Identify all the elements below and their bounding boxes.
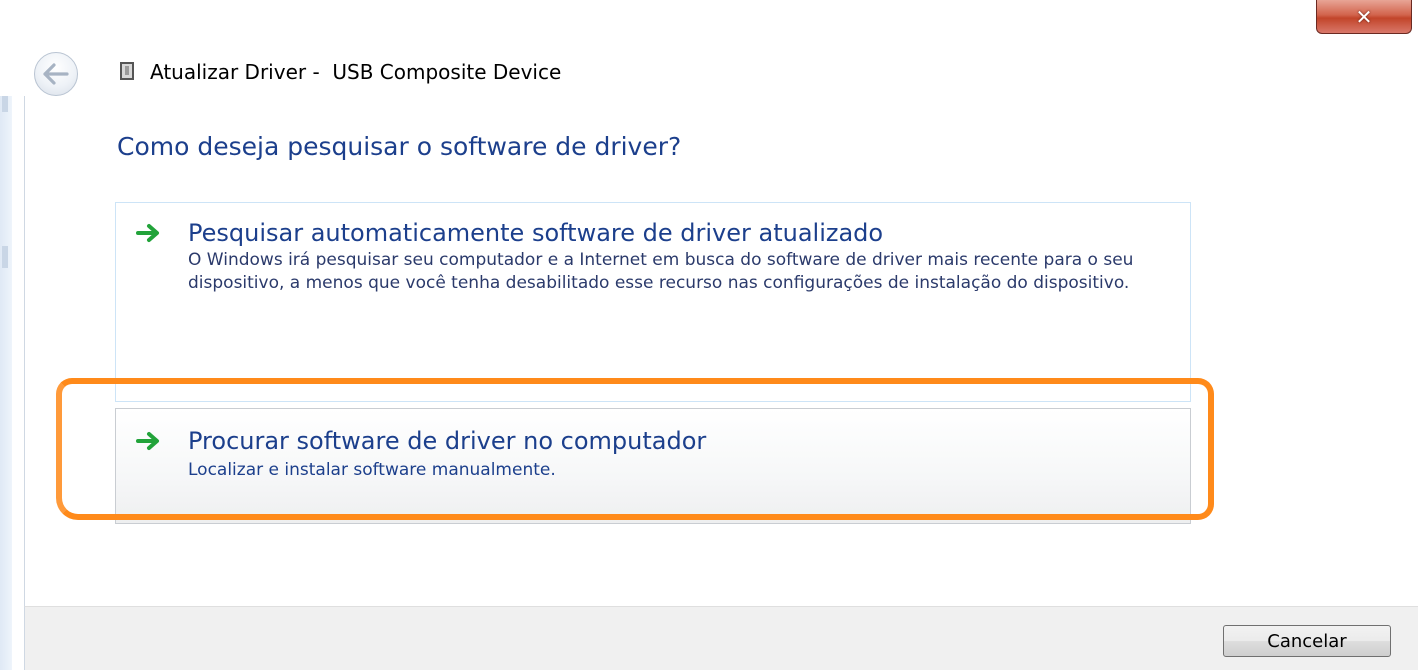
- device-icon: [120, 62, 134, 80]
- wizard-content: Como deseja pesquisar o software de driv…: [24, 96, 1418, 606]
- frame-stripe: [2, 246, 8, 268]
- cancel-button[interactable]: Cancelar: [1223, 625, 1391, 657]
- title-bar: ✕ Atualizar Driver - USB Composite Devic…: [0, 0, 1418, 96]
- option-search-automatically[interactable]: Pesquisar automaticamente software de dr…: [115, 202, 1191, 402]
- wizard-footer: Cancelar: [24, 606, 1418, 670]
- option-browse-computer[interactable]: Procurar software de driver no computado…: [115, 408, 1191, 524]
- back-arrow-icon: [43, 63, 69, 85]
- option-description: O Windows irá pesquisar seu computador e…: [188, 250, 1134, 293]
- option-title: Pesquisar automaticamente software de dr…: [188, 219, 884, 247]
- option-description: Localizar e instalar software manualment…: [188, 460, 556, 480]
- green-arrow-icon: [136, 223, 162, 247]
- window-title: Atualizar Driver - USB Composite Device: [150, 60, 562, 84]
- option-title: Procurar software de driver no computado…: [188, 427, 707, 455]
- update-driver-window: ✕ Atualizar Driver - USB Composite Devic…: [0, 0, 1418, 670]
- page-heading: Como deseja pesquisar o software de driv…: [117, 132, 682, 161]
- back-button[interactable]: [34, 52, 78, 96]
- close-button[interactable]: ✕: [1316, 0, 1412, 34]
- close-icon: ✕: [1355, 4, 1373, 29]
- window-left-frame: [0, 10, 12, 670]
- green-arrow-icon: [136, 431, 162, 455]
